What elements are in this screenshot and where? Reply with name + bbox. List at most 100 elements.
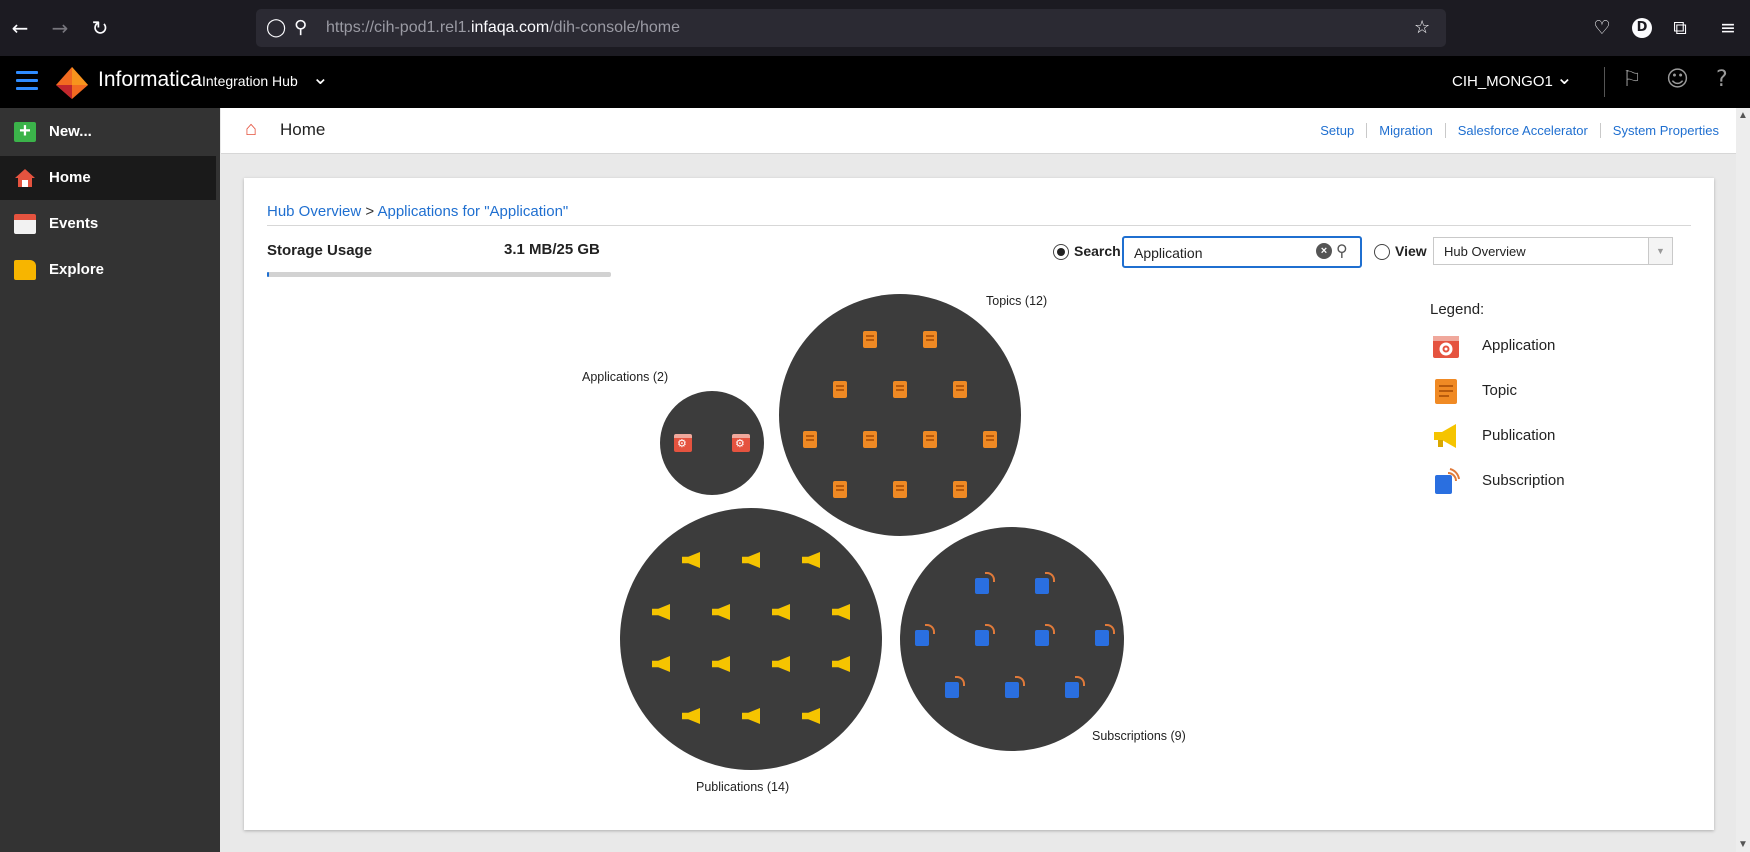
page-title: Home: [280, 120, 326, 139]
storage-usage-label: Storage Usage: [267, 242, 373, 259]
subscription-icon[interactable]: [1095, 624, 1115, 646]
home-icon: ⌂: [245, 118, 258, 140]
org-selector[interactable]: CIH_MONGO1: [1452, 73, 1553, 90]
application-icon[interactable]: [674, 434, 692, 452]
user-icon[interactable]: ☺: [1666, 67, 1689, 92]
sidebar-item-new[interactable]: + New...: [0, 110, 216, 154]
subscriptions-bubble[interactable]: [900, 527, 1124, 751]
topic-icon[interactable]: [953, 481, 967, 498]
topic-icon[interactable]: [893, 381, 907, 398]
subscription-icon[interactable]: [1005, 676, 1025, 698]
publication-icon: [1434, 424, 1456, 448]
bookmark-star-icon[interactable]: ☆: [1414, 17, 1430, 38]
subscription-icon[interactable]: [1065, 676, 1085, 698]
topic-icon[interactable]: [863, 431, 877, 448]
topic-icon[interactable]: [803, 431, 817, 448]
flag-icon[interactable]: ⚐: [1622, 67, 1642, 92]
browser-toolbar: ← → ↻ ◯ ⚲ https://cih-pod1.rel1.infaqa.c…: [0, 0, 1750, 57]
view-select[interactable]: Hub Overview ▼: [1433, 237, 1673, 265]
storage-usage-value: 3.1 MB/25 GB: [504, 241, 600, 258]
url-domain: infaqa.com: [470, 19, 550, 36]
topics-bubble[interactable]: [779, 294, 1021, 536]
scroll-up-icon[interactable]: ▲: [1738, 110, 1748, 121]
reload-icon[interactable]: ↻: [88, 16, 112, 40]
address-bar[interactable]: ◯ ⚲ https://cih-pod1.rel1.infaqa.com/dih…: [256, 9, 1446, 47]
hamburger-menu-icon[interactable]: [16, 71, 38, 91]
back-arrow-icon[interactable]: ←: [8, 16, 32, 40]
topic-icon[interactable]: [923, 331, 937, 348]
setup-link[interactable]: Setup: [1308, 123, 1366, 138]
profile-avatar[interactable]: D: [1632, 18, 1652, 38]
sidebar-item-events[interactable]: Events: [0, 202, 216, 246]
url-prefix: https://cih-pod1.rel1.: [326, 19, 471, 36]
header-links: Setup Migration Salesforce Accelerator S…: [1308, 123, 1731, 138]
topic-icon[interactable]: [983, 431, 997, 448]
help-icon[interactable]: ?: [1716, 67, 1728, 92]
topics-bubble-label: Topics (12): [986, 294, 1048, 308]
divider: [267, 225, 1691, 226]
product-name[interactable]: Integration Hub: [202, 73, 298, 89]
search-radio-label[interactable]: Search: [1074, 243, 1121, 259]
extensions-icon[interactable]: ⧉: [1666, 14, 1694, 42]
search-icon[interactable]: ⚲: [1336, 241, 1348, 260]
pocket-icon[interactable]: ♡: [1588, 14, 1616, 42]
url-text[interactable]: https://cih-pod1.rel1.infaqa.com/dih-con…: [326, 19, 680, 37]
legend-label: Publication: [1482, 427, 1556, 444]
home-icon: [15, 169, 35, 187]
system-properties-link[interactable]: System Properties: [1599, 123, 1731, 138]
chevron-down-icon[interactable]: ▼: [1648, 238, 1672, 264]
salesforce-accelerator-link[interactable]: Salesforce Accelerator: [1444, 123, 1600, 138]
search-field[interactable]: × ⚲: [1122, 236, 1362, 268]
sidebar-item-label: Events: [49, 215, 99, 232]
breadcrumb-separator: >: [361, 203, 378, 220]
topic-icon[interactable]: [863, 331, 877, 348]
subscription-icon[interactable]: [1035, 624, 1055, 646]
url-path: /dih-console/home: [549, 19, 680, 36]
view-radio[interactable]: [1374, 244, 1390, 260]
publications-bubble-label: Publications (14): [696, 780, 790, 794]
subscription-icon: [1435, 468, 1460, 494]
lock-icon[interactable]: ⚲: [294, 17, 307, 38]
header-divider: [1604, 67, 1605, 97]
shield-icon[interactable]: ◯: [266, 17, 286, 38]
chevron-down-icon[interactable]: ⌄: [312, 65, 329, 90]
page-scrollbar[interactable]: ▲ ▼: [1736, 108, 1750, 852]
calendar-icon: [14, 214, 36, 234]
breadcrumb-current[interactable]: Applications for "Application": [377, 203, 568, 220]
view-radio-label[interactable]: View: [1395, 243, 1427, 259]
topic-icon[interactable]: [833, 481, 847, 498]
legend-label: Subscription: [1482, 472, 1565, 489]
search-radio[interactable]: [1053, 244, 1069, 260]
breadcrumb: Hub Overview > Applications for "Applica…: [267, 203, 568, 220]
search-input[interactable]: [1134, 243, 1304, 263]
legend-title: Legend:: [1430, 301, 1485, 318]
subscription-icon[interactable]: [1035, 572, 1055, 594]
clear-icon[interactable]: ×: [1316, 243, 1332, 259]
forward-arrow-icon[interactable]: →: [48, 16, 72, 40]
topic-icon[interactable]: [923, 431, 937, 448]
menu-icon[interactable]: ≡: [1714, 14, 1742, 42]
subscription-icon[interactable]: [975, 572, 995, 594]
migration-link[interactable]: Migration: [1366, 123, 1444, 138]
folder-icon: [14, 260, 36, 280]
chevron-down-icon[interactable]: ⌄: [1556, 65, 1573, 90]
storage-usage-fill: [267, 272, 269, 277]
sidebar-item-label: Explore: [49, 261, 105, 278]
publications-bubble[interactable]: [620, 508, 882, 770]
breadcrumb-hub-overview[interactable]: Hub Overview: [267, 203, 361, 220]
sidebar-item-home[interactable]: Home: [0, 156, 216, 200]
scroll-down-icon[interactable]: ▼: [1738, 839, 1748, 850]
hub-overview-card: Hub Overview > Applications for "Applica…: [244, 178, 1714, 830]
sidebar: + New... Home Events Explore: [0, 108, 220, 852]
subscription-icon[interactable]: [915, 624, 935, 646]
application-icon[interactable]: [732, 434, 750, 452]
topic-icon[interactable]: [893, 481, 907, 498]
informatica-logo-icon: [56, 67, 88, 99]
plus-icon: +: [14, 121, 36, 142]
topic-icon[interactable]: [953, 381, 967, 398]
topic-icon[interactable]: [833, 381, 847, 398]
sidebar-item-explore[interactable]: Explore: [0, 248, 216, 292]
subscription-icon[interactable]: [975, 624, 995, 646]
subscription-icon[interactable]: [945, 676, 965, 698]
view-select-value: Hub Overview: [1444, 244, 1526, 259]
